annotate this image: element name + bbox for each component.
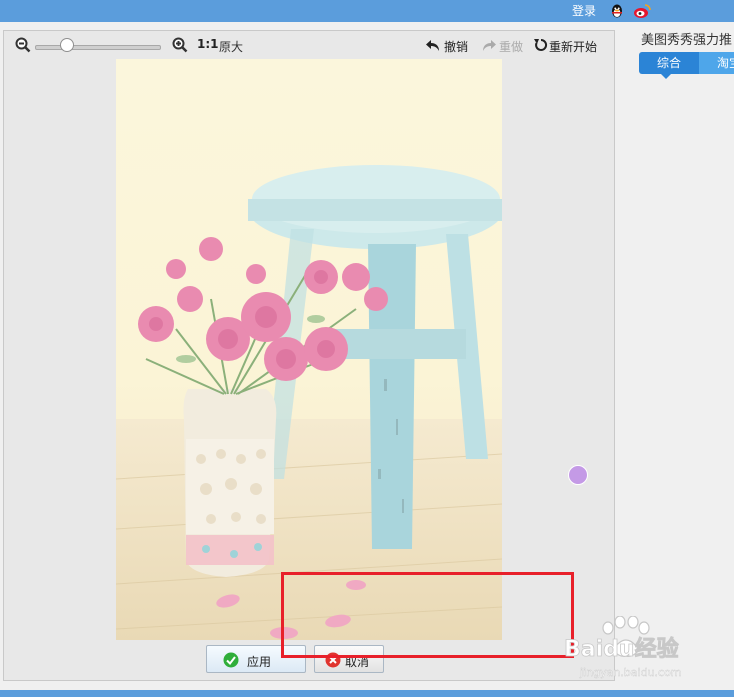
svg-text:jingyan.baidu.com: jingyan.baidu.com	[579, 666, 682, 679]
side-panel-title: 美图秀秀强力推	[641, 33, 733, 48]
top-bar: 登录	[0, 0, 734, 22]
undo-icon[interactable]	[426, 39, 441, 53]
photo-canvas[interactable]	[116, 59, 502, 640]
svg-text:Baidu经验: Baidu经验	[564, 636, 679, 662]
actual-size-ratio[interactable]: 1:1	[197, 37, 219, 51]
undo-button[interactable]: 撤销	[444, 38, 468, 55]
redo-icon[interactable]	[481, 39, 496, 53]
highlight-annotation-box	[281, 572, 574, 658]
redo-button[interactable]: 重做	[499, 38, 523, 55]
zoom-in-icon[interactable]	[172, 37, 188, 53]
apply-label: 应用	[247, 655, 272, 669]
drag-handle[interactable]	[568, 465, 588, 485]
bottom-bar	[0, 690, 734, 697]
tab-comprehensive[interactable]: 综合	[639, 52, 699, 79]
qq-penguin-icon[interactable]	[609, 3, 625, 19]
check-icon	[223, 652, 239, 668]
zoom-slider-track[interactable]	[35, 45, 161, 50]
zoom-out-icon[interactable]	[15, 37, 31, 53]
original-size-button[interactable]: 原大	[219, 38, 243, 55]
weibo-icon[interactable]	[633, 3, 651, 19]
reset-icon[interactable]	[534, 38, 548, 52]
zoom-slider-thumb[interactable]	[60, 38, 74, 52]
login-link[interactable]: 登录	[572, 2, 596, 19]
reset-button[interactable]: 重新开始	[549, 38, 597, 55]
tab-taobao[interactable]: 淘宝	[699, 52, 734, 74]
baidu-jingyan-watermark: Baidu经验 jingyan.baidu.com	[564, 616, 682, 679]
